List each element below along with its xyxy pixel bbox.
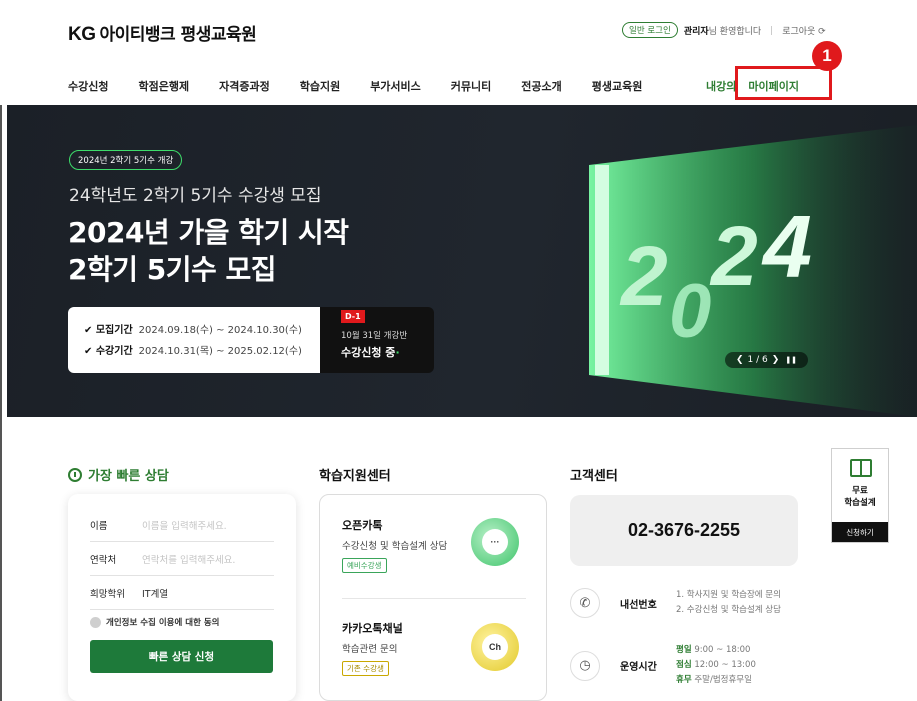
name-label: 이름 — [90, 520, 108, 532]
phone-icon: ✆ — [570, 588, 600, 618]
clock-icon: ◷ — [570, 650, 600, 681]
annotation-marker: 1 — [812, 41, 842, 71]
phone-input[interactable]: 연락처를 입력해주세요. — [142, 552, 235, 566]
nav-item-registration[interactable]: 수강신청 — [68, 78, 108, 94]
banner-badge: 2024년 2학기 5기수 개강 — [69, 150, 183, 170]
nav-item-institute[interactable]: 평생교육원 — [592, 78, 643, 94]
nav-item-certificate[interactable]: 자격증과정 — [219, 78, 270, 94]
name-field-row: 이름 이름을 입력해주세요. — [90, 508, 274, 542]
svg-text:2: 2 — [709, 209, 758, 303]
svg-text:0: 0 — [669, 269, 711, 354]
welcome-text: 관리자님 환영합니다 — [684, 24, 761, 37]
kakao-channel-icon[interactable]: Ch — [471, 623, 519, 671]
recruit-period: ✔ 모집기간 2024.09.18(수) ~ 2024.10.30(수) — [84, 325, 302, 336]
main-nav: 수강신청 학점은행제 자격증과정 학습지원 부가서비스 커뮤니티 전공소개 평생… — [68, 78, 672, 94]
annotation-highlight-box — [735, 66, 832, 100]
nav-item-credit-bank[interactable]: 학점은행제 — [138, 78, 189, 94]
customer-phone[interactable]: 02-3676-2255 — [570, 495, 798, 566]
prospective-tag: 예비수강생 — [342, 558, 387, 573]
nav-item-extra-services[interactable]: 부가서비스 — [370, 78, 421, 94]
svg-text:4: 4 — [761, 197, 812, 296]
nav-item-community[interactable]: 커뮤니티 — [451, 78, 491, 94]
book-icon — [850, 459, 872, 477]
quick-consult-button[interactable]: 빠른 상담 신청 — [90, 640, 273, 673]
dday-opening-date: 10월 31일 개강반 — [341, 331, 408, 341]
phone-label: 연락처 — [90, 554, 117, 566]
privacy-agree[interactable]: 개인정보 수집 이용에 대한 동의 — [90, 616, 220, 628]
free-study-plan-widget[interactable]: 무료 학습설계 신청하기 — [831, 448, 889, 543]
pause-icon[interactable]: ❚❚ — [785, 356, 797, 364]
period-info-card: ✔ 모집기간 2024.09.18(수) ~ 2024.10.30(수) ✔ 수강… — [68, 307, 320, 373]
logout-link[interactable]: 로그아웃 ⟳ — [782, 24, 826, 37]
slide-counter: 1 / 6 — [747, 355, 768, 365]
consult-form: 이름 이름을 입력해주세요. 연락처 연락처를 입력해주세요. 희망학위 IT계… — [68, 494, 296, 701]
dday-tag: D-1 — [341, 310, 365, 323]
prev-slide-icon[interactable]: ❮ — [736, 355, 744, 365]
hours-row: ◷ 운영시간 평일 9:00 ~ 18:00 점심 12:00 ~ 13:00 … — [570, 643, 756, 688]
major-field-row: 희망학위 IT계열 — [90, 576, 274, 610]
study-center-card: 오픈카톡 수강신청 및 학습설계 상담 예비수강생 ··· 카카오톡채널 학습관… — [319, 494, 547, 701]
hero-banner[interactable]: 2 0 2 4 2024년 2학기 5기수 개강 24학년도 2학기 5기수 수… — [7, 105, 917, 417]
nav-item-learning-support[interactable]: 학습지원 — [300, 78, 340, 94]
customer-center-title: 고객센터 — [570, 469, 618, 484]
extension-row: ✆ 내선번호 1. 학사지원 및 학습장에 문의 2. 수강신청 및 학습설계 상… — [570, 588, 781, 618]
dday-status: 수강신청 중· — [341, 346, 400, 359]
apply-button[interactable]: 신청하기 — [832, 522, 888, 542]
phone-field-row: 연락처 연락처를 입력해주세요. — [90, 542, 274, 576]
existing-student-tag: 기존 수강생 — [342, 661, 389, 676]
open-chat-icon[interactable]: ··· — [471, 518, 519, 566]
banner-title-line2: 2학기 5기수 모집 — [68, 253, 277, 286]
major-select[interactable]: IT계열 — [142, 586, 168, 600]
course-period: ✔ 수강기간 2024.10.31(목) ~ 2025.02.12(수) — [84, 346, 302, 357]
study-center-title: 학습지원센터 — [319, 469, 391, 484]
user-bar: 일반 로그인 관리자님 환영합니다 로그아웃 ⟳ — [622, 22, 826, 38]
banner-title-line1: 2024년 가을 학기 시작 — [68, 216, 349, 249]
slider-control: ❮ 1 / 6 ❯ ❚❚ — [725, 352, 809, 368]
divider — [771, 25, 773, 35]
agree-checkbox[interactable] — [90, 616, 101, 628]
major-label: 희망학위 — [90, 588, 125, 600]
year-2024-graphic: 2 0 2 4 — [589, 125, 917, 417]
consult-section-title: 가장 빠른 상담 — [68, 465, 169, 484]
stopwatch-icon — [68, 467, 82, 482]
admin-name: 관리자 — [683, 26, 709, 37]
dday-card: D-1 10월 31일 개강반 수강신청 중· — [320, 307, 434, 373]
login-type-badge: 일반 로그인 — [622, 22, 678, 38]
divider — [342, 598, 526, 599]
svg-text:2: 2 — [619, 229, 668, 323]
banner-subtitle: 24학년도 2학기 5기수 수강생 모집 — [69, 186, 322, 206]
nav-item-majors[interactable]: 전공소개 — [521, 78, 561, 94]
logo-text: 아이티뱅크 평생교육원 — [99, 25, 257, 45]
logo-kg: KG — [68, 24, 96, 45]
name-input[interactable]: 이름을 입력해주세요. — [142, 518, 227, 532]
site-logo[interactable]: KG 아이티뱅크 평생교육원 — [68, 20, 257, 46]
greeting-text: 님 환영합니다 — [708, 26, 762, 37]
next-slide-icon[interactable]: ❯ — [772, 355, 780, 365]
my-lecture-link[interactable]: 내강의 — [706, 78, 736, 94]
